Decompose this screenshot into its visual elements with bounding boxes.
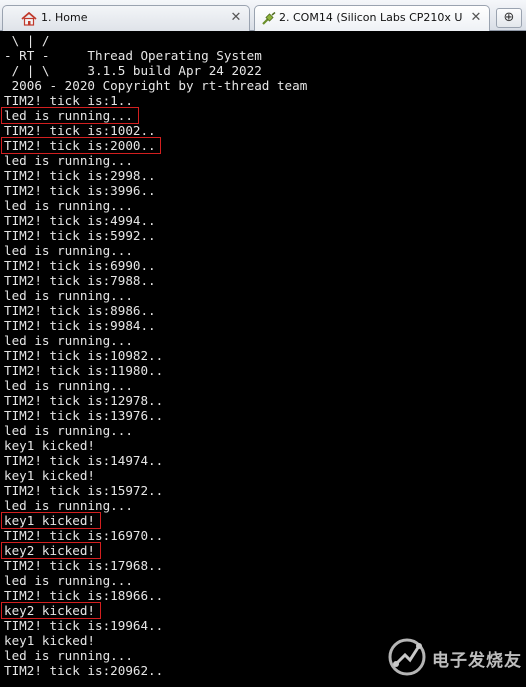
terminal-line: key1 kicked! xyxy=(4,468,95,483)
terminal-line: TIM2! tick is:5992.. xyxy=(4,228,156,243)
tab-label: 1. Home xyxy=(41,11,88,24)
terminal-line: / | \ 3.1.5 build Apr 24 2022 xyxy=(4,63,262,78)
terminal-output[interactable]: \ | / - RT - Thread Operating System / | … xyxy=(0,31,526,687)
terminal-line: led is running... xyxy=(4,648,133,663)
terminal-line: led is running... xyxy=(4,243,133,258)
terminal-line: TIM2! tick is:9984.. xyxy=(4,318,156,333)
tab-com14[interactable]: 2. COM14 (Silicon Labs CP210x US ✕ xyxy=(254,5,490,31)
terminal-line: - RT - Thread Operating System xyxy=(4,48,262,63)
terminal-line: key1 kicked! xyxy=(4,513,95,528)
terminal-line: TIM2! tick is:15972.. xyxy=(4,483,164,498)
terminal-line: TIM2! tick is:4994.. xyxy=(4,213,156,228)
terminal-line: TIM2! tick is:2000.. xyxy=(4,138,156,153)
terminal-line: TIM2! tick is:20962.. xyxy=(4,663,164,678)
terminal-line: TIM2! tick is:17968.. xyxy=(4,558,164,573)
terminal-line: TIM2! tick is:3996.. xyxy=(4,183,156,198)
terminal-line: 2006 - 2020 Copyright by rt-thread team xyxy=(4,78,308,93)
terminal-line: led is running... xyxy=(4,378,133,393)
watermark-text: 电子发烧友 xyxy=(432,651,522,671)
terminal-line: TIM2! tick is:11980.. xyxy=(4,363,164,378)
terminal-line: \ | / xyxy=(4,33,50,48)
close-icon[interactable]: ✕ xyxy=(469,6,483,30)
terminal-line: led is running... xyxy=(4,423,133,438)
terminal-line: TIM2! tick is:16970.. xyxy=(4,528,164,543)
terminal-line: TIM2! tick is:12978.. xyxy=(4,393,164,408)
terminal-line: TIM2! tick is:8986.. xyxy=(4,303,156,318)
terminal-line: led is running... xyxy=(4,108,133,123)
terminal-line: TIM2! tick is:7988.. xyxy=(4,273,156,288)
terminal-line: led is running... xyxy=(4,198,133,213)
terminal-line: TIM2! tick is:19964.. xyxy=(4,618,164,633)
home-icon xyxy=(21,11,37,26)
new-tab-button[interactable]: ⊕ xyxy=(496,8,522,28)
tab-home[interactable]: 1. Home ✕ xyxy=(2,5,250,31)
terminal-line: led is running... xyxy=(4,288,133,303)
terminal-line: led is running... xyxy=(4,153,133,168)
terminal-line: TIM2! tick is:6990.. xyxy=(4,258,156,273)
terminal-line: TIM2! tick is:1.. xyxy=(4,93,133,108)
terminal-line: key1 kicked! xyxy=(4,438,95,453)
close-icon[interactable]: ✕ xyxy=(229,6,243,30)
tab-label: 2. COM14 (Silicon Labs CP210x US xyxy=(279,11,463,24)
terminal-line: TIM2! tick is:1002.. xyxy=(4,123,156,138)
terminal-line: key1 kicked! xyxy=(4,633,95,648)
terminal-line: led is running... xyxy=(4,333,133,348)
terminal-line: TIM2! tick is:2998.. xyxy=(4,168,156,183)
terminal-line: TIM2! tick is:13976.. xyxy=(4,408,164,423)
tab-bar: 1. Home ✕ 2. COM14 (Silicon Labs CP210x … xyxy=(0,0,526,31)
terminal-line: TIM2! tick is:18966.. xyxy=(4,588,164,603)
terminal-line: key2 kicked! xyxy=(4,603,95,618)
terminal-line: led is running... xyxy=(4,498,133,513)
elecfans-logo-icon xyxy=(386,634,428,682)
terminal-line: led is running... xyxy=(4,573,133,588)
terminal-line: TIM2! tick is:10982.. xyxy=(4,348,164,363)
watermark: 电子发烧友 xyxy=(386,632,522,680)
terminal-line: key2 kicked! xyxy=(4,543,95,558)
terminal-line: TIM2! tick is:14974.. xyxy=(4,453,164,468)
serial-connection-icon xyxy=(261,11,277,25)
